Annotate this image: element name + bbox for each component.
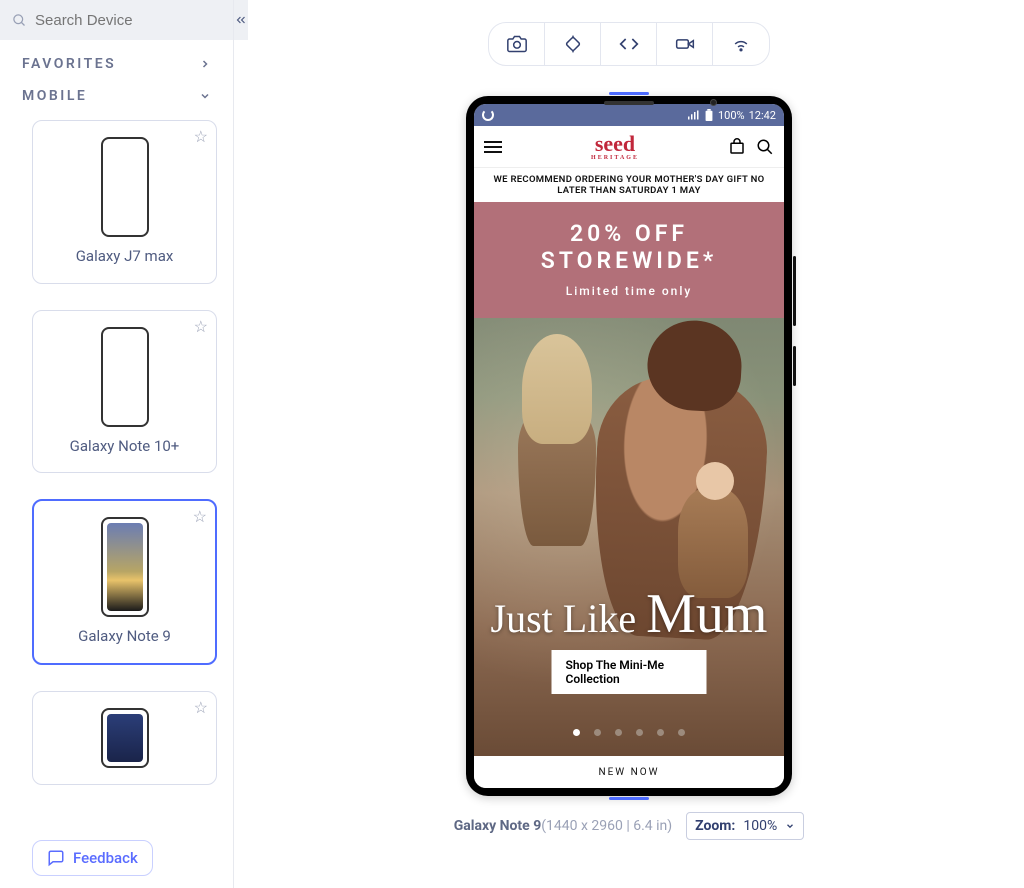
star-icon[interactable]: ☆ — [194, 127, 208, 146]
star-icon[interactable]: ☆ — [193, 507, 207, 526]
device-card[interactable]: ☆ Galaxy Note 9 — [32, 499, 217, 665]
menu-icon[interactable] — [484, 141, 502, 153]
rotate-icon[interactable] — [545, 23, 601, 65]
device-card[interactable]: ☆ — [32, 691, 217, 785]
camera-icon[interactable] — [489, 23, 545, 65]
mobile-label: MOBILE — [22, 88, 87, 104]
device-frame: 100% 12:42 seed HERITAGE — [466, 96, 792, 796]
chevron-right-icon — [199, 58, 211, 70]
favorites-label: FAVORITES — [22, 56, 116, 72]
device-thumb — [101, 137, 149, 237]
device-label: Galaxy Note 9 — [42, 627, 207, 647]
search-row — [0, 0, 233, 40]
bag-icon[interactable] — [728, 138, 746, 156]
feedback-label: Feedback — [73, 849, 138, 867]
device-card[interactable]: ☆ Galaxy J7 max — [32, 120, 217, 284]
chat-icon — [47, 849, 65, 867]
device-thumb — [101, 708, 149, 768]
chevron-down-icon — [785, 821, 795, 831]
device-screen[interactable]: 100% 12:42 seed HERITAGE — [474, 104, 784, 788]
device-label: Galaxy Note 10+ — [41, 437, 208, 457]
zoom-label: Zoom: — [695, 818, 735, 834]
device-meta: Galaxy Note 9(1440 x 2960 | 6.4 in) Zoom… — [454, 812, 804, 840]
star-icon[interactable]: ☆ — [194, 698, 208, 717]
zoom-value: 100% — [743, 818, 777, 834]
search-icon — [12, 13, 27, 28]
section-mobile[interactable]: MOBILE — [0, 88, 233, 120]
feedback-button[interactable]: Feedback — [32, 840, 153, 876]
hero-figure — [678, 488, 748, 598]
brand-text: seed — [595, 131, 635, 156]
device-list: ☆ Galaxy J7 max ☆ Galaxy Note 10+ ☆ Gala… — [0, 120, 233, 888]
wifi-icon[interactable] — [713, 23, 769, 65]
main-area: 100% 12:42 seed HERITAGE — [234, 0, 1024, 888]
site-header: seed HERITAGE — [474, 126, 784, 168]
device-thumb — [101, 327, 149, 427]
loading-icon — [482, 109, 494, 121]
hero-image[interactable]: Just Like Mum Shop The Mini-Me Collectio… — [474, 318, 784, 756]
star-icon[interactable]: ☆ — [194, 317, 208, 336]
brand-logo[interactable]: seed HERITAGE — [591, 133, 639, 161]
video-icon[interactable] — [657, 23, 713, 65]
search-icon[interactable] — [756, 138, 774, 156]
battery-icon — [704, 109, 714, 121]
section-favorites[interactable]: FAVORITES — [0, 40, 233, 88]
meta-dimensions: (1440 x 2960 | 6.4 in) — [541, 818, 672, 834]
preview-toolbar — [488, 22, 770, 66]
hero-figure — [518, 406, 596, 546]
device-card[interactable]: ☆ Galaxy Note 10+ — [32, 310, 217, 474]
announcement-bar: WE RECOMMEND ORDERING YOUR MOTHER'S DAY … — [474, 168, 784, 202]
signal-icon — [688, 110, 700, 120]
promo-banner[interactable]: 20% OFF STOREWIDE* Limited time only — [474, 202, 784, 318]
promo-sub: Limited time only — [480, 284, 778, 298]
hero-cta-button[interactable]: Shop The Mini-Me Collection — [552, 650, 707, 694]
sidebar: FAVORITES MOBILE ☆ Galaxy J7 max ☆ Galax… — [0, 0, 234, 888]
code-icon[interactable] — [601, 23, 657, 65]
carousel-dots[interactable] — [573, 729, 685, 736]
status-bar: 100% 12:42 — [474, 104, 784, 126]
search-input[interactable] — [35, 12, 234, 29]
status-time: 12:42 — [749, 109, 776, 122]
brand-subtext: HERITAGE — [591, 155, 639, 161]
meta-device-name: Galaxy Note 9 — [454, 818, 541, 834]
device-thumb — [101, 517, 149, 617]
footer-teaser: NEW NOW — [474, 756, 784, 788]
battery-pct: 100% — [718, 109, 745, 122]
zoom-select[interactable]: Zoom: 100% — [686, 812, 804, 840]
device-label: Galaxy J7 max — [41, 247, 208, 267]
promo-line1: 20% OFF — [480, 220, 778, 247]
promo-line2: STOREWIDE* — [480, 247, 778, 274]
chevron-down-icon — [199, 90, 211, 102]
